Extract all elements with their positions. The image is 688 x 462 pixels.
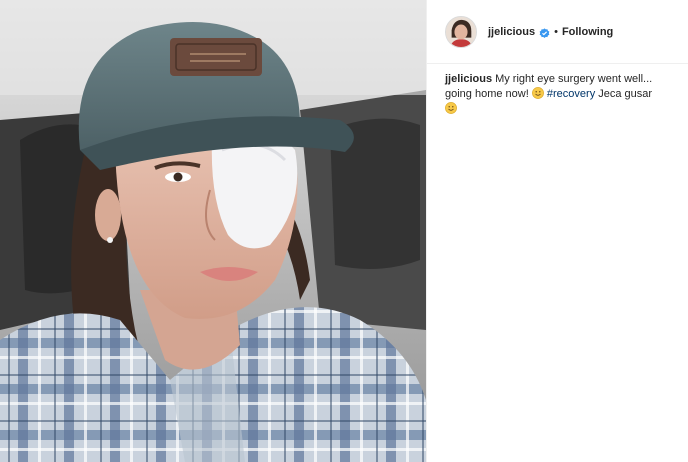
avatar-image — [446, 16, 476, 47]
post-header: jjelicious • Following — [427, 0, 688, 64]
post-caption: jjelicious My right eye surgery went well… — [427, 64, 688, 117]
header-separator: • — [554, 25, 558, 38]
following-button[interactable]: Following — [562, 26, 613, 38]
verified-badge-icon — [539, 26, 550, 38]
smiling-face-icon — [445, 102, 457, 114]
post-photo[interactable] — [0, 0, 426, 462]
caption-username[interactable]: jjelicious — [445, 73, 492, 85]
smiling-face-icon — [531, 87, 544, 99]
post-side-panel: jjelicious • Following jjelicious My righ… — [426, 0, 688, 462]
instagram-post: jjelicious • Following jjelicious My righ… — [0, 0, 688, 462]
author-username[interactable]: jjelicious — [488, 26, 535, 38]
caption-text-after: Jeca gusar — [598, 88, 653, 100]
avatar[interactable] — [445, 15, 477, 48]
post-photo-illustration — [0, 0, 426, 462]
hashtag-link[interactable]: #recovery — [547, 88, 595, 100]
